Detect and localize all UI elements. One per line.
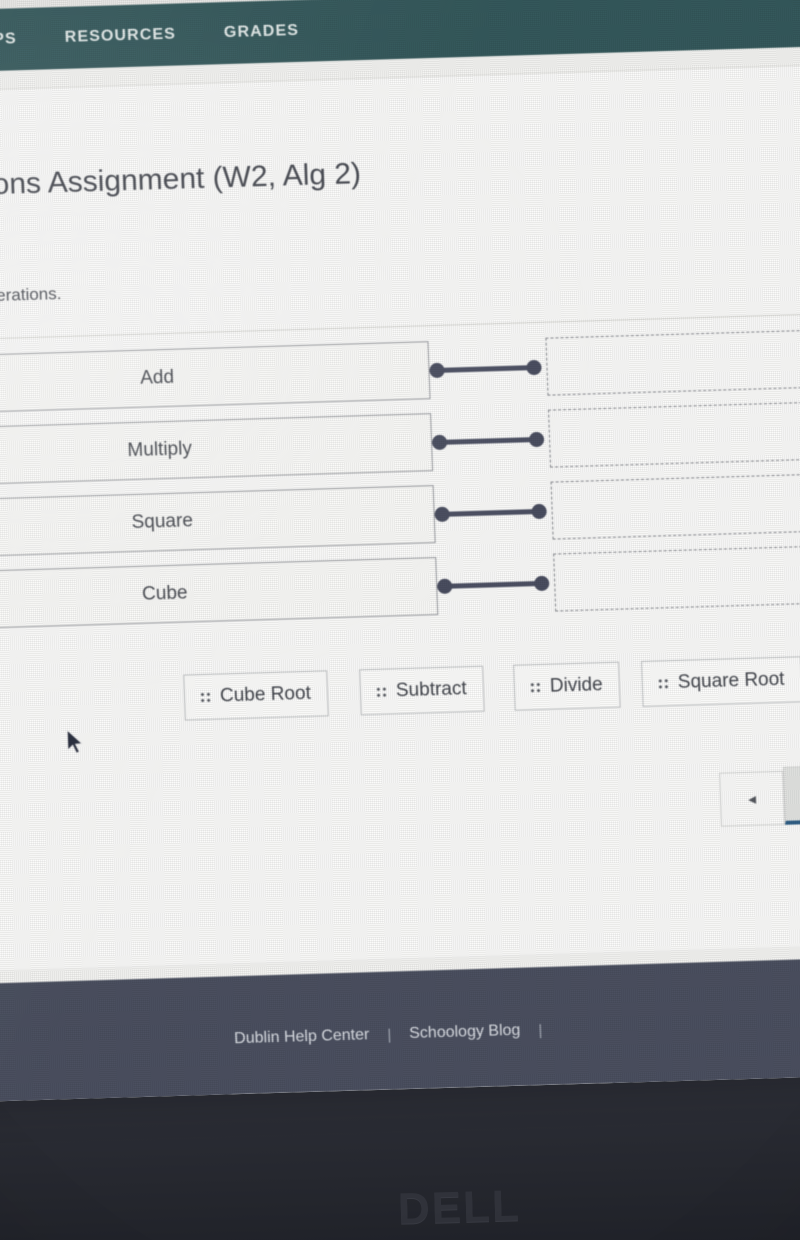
match-connector-3[interactable] — [434, 482, 548, 543]
choice-chip-square-root[interactable]: Square Root — [641, 656, 800, 707]
choice-chip-label: Divide — [549, 674, 604, 697]
choice-chip-subtract[interactable]: Subtract — [359, 665, 485, 716]
grip-dots-icon — [200, 692, 211, 702]
choice-chip-divide[interactable]: Divide — [513, 661, 621, 711]
match-dropzone-multiply[interactable] — [547, 396, 800, 468]
pagination: ◄ 1 — [719, 764, 800, 827]
connector-line-icon — [438, 436, 539, 445]
grip-dots-icon — [530, 682, 541, 692]
connector-line-icon — [440, 508, 541, 517]
choice-chip-label: Subtract — [395, 678, 468, 702]
nav-item-groups[interactable]: ROUPS — [0, 30, 17, 50]
connector-dot-left-icon — [434, 506, 450, 523]
connector-dot-right-icon — [533, 575, 550, 592]
nav-item-resources[interactable]: RESOURCES — [64, 26, 176, 47]
grip-dots-icon — [658, 678, 669, 688]
match-connector-4[interactable] — [436, 554, 550, 615]
match-connector-2[interactable] — [431, 410, 545, 471]
choice-chip-cube-root[interactable]: Cube Root — [183, 670, 329, 721]
footer-separator: | — [387, 1026, 392, 1044]
match-dropzone-add[interactable] — [545, 324, 800, 396]
pagination-prev-button[interactable]: ◄ — [719, 770, 785, 827]
connector-dot-left-icon — [429, 362, 445, 379]
answer-choice-bank: Cube Root Subtract Divide Square Root — [0, 653, 800, 745]
pagination-page-1[interactable]: 1 — [782, 764, 800, 825]
screen-surface: ...| S,... M Missio ROUPS RESOURCES GRAD… — [0, 0, 800, 1106]
match-dropzone-cube[interactable] — [553, 540, 800, 612]
matching-question: Add Multiply Square Cube — [0, 324, 800, 657]
nav-item-grades[interactable]: GRADES — [224, 22, 300, 42]
dell-brand-logo: DELL — [397, 1181, 522, 1234]
assignment-card: perations Assignment (W2, Alg 2) nverse … — [0, 62, 800, 975]
footer-link-dublin-help-center[interactable]: Dublin Help Center — [234, 1026, 370, 1048]
grip-dots-icon — [376, 687, 387, 697]
photographed-screen: DELL ...| S,... M Missio ROUPS RESOURCES… — [0, 0, 800, 1240]
page-body: perations Assignment (W2, Alg 2) nverse … — [0, 44, 800, 1106]
match-prompt-multiply[interactable]: Multiply — [0, 413, 434, 488]
match-prompt-square[interactable]: Square — [0, 485, 436, 560]
connector-dot-right-icon — [528, 431, 545, 448]
connector-dot-right-icon — [526, 359, 542, 376]
match-prompt-cube[interactable]: Cube — [0, 557, 439, 632]
footer-separator: | — [538, 1021, 543, 1039]
match-dropzone-square[interactable] — [550, 468, 800, 540]
choice-chip-label: Square Root — [677, 668, 785, 693]
choice-chip-label: Cube Root — [219, 682, 312, 707]
connector-dot-left-icon — [436, 578, 453, 595]
connector-line-icon — [435, 365, 536, 373]
connector-dot-left-icon — [431, 434, 448, 451]
footer-link-schoology-blog[interactable]: Schoology Blog — [409, 1022, 521, 1043]
match-row: Cube — [0, 540, 800, 635]
match-connector-1[interactable] — [428, 338, 542, 399]
page-title: perations Assignment (W2, Alg 2) — [0, 157, 362, 204]
connector-dot-right-icon — [531, 503, 547, 520]
assignment-instruction: nverse operations. — [0, 284, 62, 307]
match-prompt-add[interactable]: Add — [0, 341, 431, 416]
connector-line-icon — [443, 580, 544, 589]
